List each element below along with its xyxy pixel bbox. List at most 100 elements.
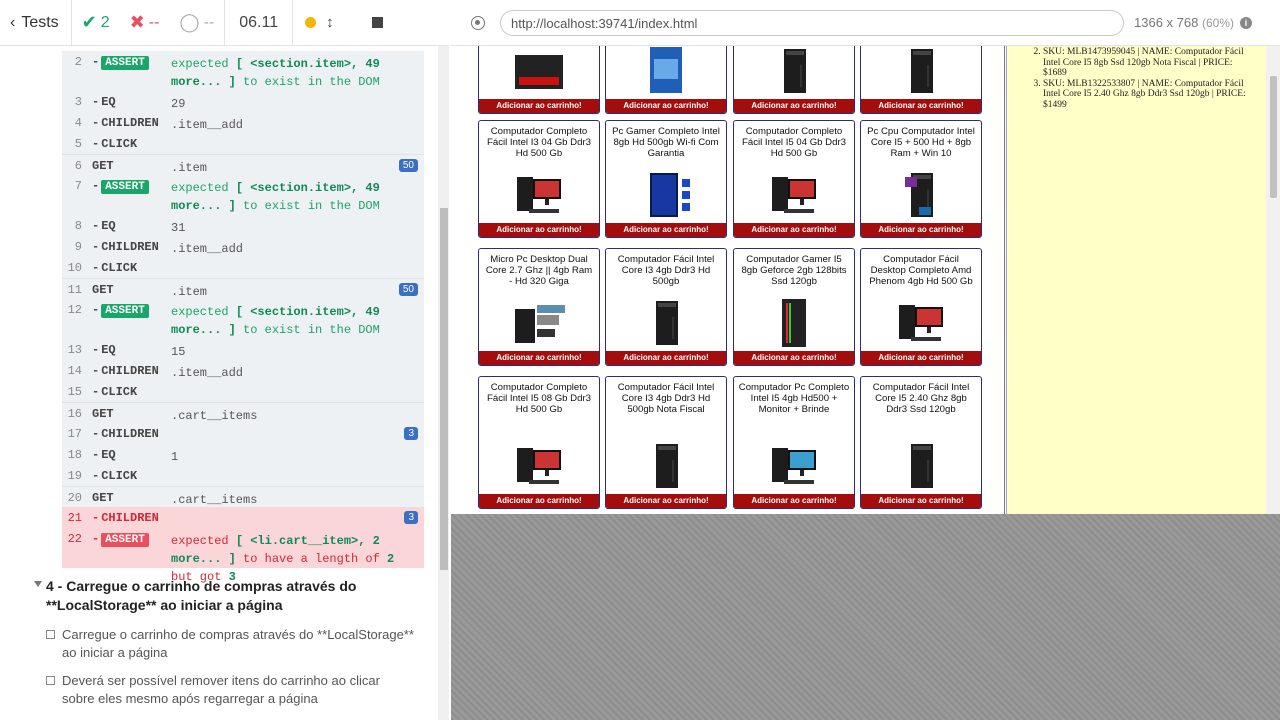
command-row[interactable]: 14 CHILDREN .item__add <box>62 360 424 381</box>
command-row[interactable]: 9 CHILDREN .item__add <box>62 236 424 257</box>
command-row[interactable]: 8 EQ 31 <box>62 215 424 236</box>
command-row[interactable]: 21 CHILDREN 3 <box>62 507 424 528</box>
command-name: GET <box>92 407 114 421</box>
product-title: Computador Completo Fácil Intel I5 04 Gb… <box>742 126 846 159</box>
add-to-cart-button[interactable]: Adicionar ao carrinho! <box>479 351 599 365</box>
command-number: 22 <box>67 532 82 546</box>
product-image <box>636 297 696 349</box>
assert-badge: ASSERT <box>101 533 149 547</box>
product-title: Computador Fácil Intel Core I5 2.40 Ghz … <box>872 382 970 415</box>
command-row[interactable]: 10 CLICK <box>62 257 424 278</box>
command-row[interactable]: 12 ASSERT expected [ <section.item>, 49 mo… <box>62 299 424 339</box>
add-to-cart-button[interactable]: Adicionar ao carrinho! <box>861 494 981 508</box>
url-bar[interactable]: http://localhost:39741/index.html <box>500 9 1124 36</box>
command-row[interactable]: 5 CLICK <box>62 133 424 154</box>
test-item[interactable]: Deverá ser possível remover itens do car… <box>46 672 416 708</box>
add-to-cart-button[interactable]: Adicionar ao carrinho! <box>606 494 726 508</box>
product-image <box>891 46 951 97</box>
command-name: EQ <box>92 95 115 109</box>
command-message: .item__add <box>171 366 244 380</box>
pending-stat: ◯ -- <box>169 0 226 46</box>
command-number: 3 <box>74 95 82 109</box>
product-image <box>636 169 696 221</box>
command-message: 29 <box>171 97 186 111</box>
add-to-cart-button[interactable]: Adicionar ao carrinho! <box>606 99 726 113</box>
product-item: Pc Gamer Completo Intel 8gb Hd 500gb Wi-… <box>605 120 727 238</box>
add-to-cart-button[interactable]: Adicionar ao carrinho! <box>479 99 599 113</box>
add-to-cart-button[interactable]: Adicionar ao carrinho! <box>479 223 599 237</box>
cart-item[interactable]: SKU: MLB1473959045 | NAME: Computador Fá… <box>1043 47 1256 79</box>
product-image <box>891 169 951 221</box>
add-to-cart-button[interactable]: Adicionar ao carrinho! <box>606 223 726 237</box>
app-scrollbar-thumb[interactable] <box>1270 76 1277 198</box>
add-to-cart-button[interactable]: Adicionar ao carrinho! <box>861 99 981 113</box>
command-name: CHILDREN <box>92 511 159 525</box>
add-to-cart-button[interactable]: Adicionar ao carrinho! <box>861 351 981 365</box>
command-number: 2 <box>74 55 82 69</box>
command-name: ASSERT <box>92 179 149 194</box>
command-message: .item__add <box>171 242 244 256</box>
command-log-panel[interactable]: 2 ASSERT expected [ <section.item>, 49 mor… <box>0 46 438 720</box>
command-row[interactable]: 7 ASSERT expected [ <section.item>, 49 mor… <box>62 175 424 215</box>
element-count-badge: 3 <box>404 427 418 440</box>
product-item: Computador Fácil Intel Core I5 2.40 Ghz … <box>860 376 982 509</box>
spinner-icon: ◯ <box>179 12 200 32</box>
app-frame: Adicionar ao carrinho! Adicionar ao carri… <box>451 46 1280 514</box>
add-to-cart-button[interactable]: Adicionar ao carrinho! <box>734 351 854 365</box>
tests-label: Tests <box>21 13 59 31</box>
checkbox-icon <box>46 630 55 639</box>
aut-header: http://localhost:39741/index.html 1366 x… <box>450 0 1280 46</box>
command-row[interactable]: 6 GET .item 50 <box>62 154 424 175</box>
passed-count: 2 <box>100 13 110 31</box>
product-item: Computador Completo Fácil Intel I3 04 Gb… <box>478 120 600 238</box>
product-image <box>764 169 824 221</box>
suite-title[interactable]: 4 - Carregue o carrinho de compras atrav… <box>34 577 414 615</box>
product-title: Computador Completo Fácil Intel I5 08 Gb… <box>487 382 591 415</box>
selector-playground-icon[interactable] <box>471 15 485 30</box>
stop-icon[interactable] <box>371 17 383 28</box>
command-name: ASSERT <box>92 55 149 70</box>
product-item: Pc Cpu Computador Intel Core I5 + 500 Hd… <box>860 120 982 238</box>
add-to-cart-button[interactable]: Adicionar ao carrinho! <box>734 99 854 113</box>
scrollbar-thumb[interactable] <box>440 208 448 570</box>
command-row[interactable]: 11 GET .item 50 <box>62 278 424 299</box>
add-to-cart-button[interactable]: Adicionar ao carrinho! <box>734 223 854 237</box>
command-row[interactable]: 4 CHILDREN .item__add <box>62 112 424 133</box>
tests-button[interactable]: ‹ Tests <box>0 0 72 46</box>
command-row[interactable]: 13 EQ 15 <box>62 339 424 360</box>
product-image <box>636 440 696 492</box>
command-number: 17 <box>67 427 82 441</box>
add-to-cart-button[interactable]: Adicionar ao carrinho! <box>479 494 599 508</box>
command-row[interactable]: 22ASSERTexpected [ <li.cart__item>, 2 mo… <box>62 528 424 584</box>
command-name: ASSERT <box>92 532 149 547</box>
add-to-cart-button[interactable]: Adicionar ao carrinho! <box>861 223 981 237</box>
command-name: EQ <box>92 343 115 357</box>
product-image <box>891 440 951 492</box>
command-number: 5 <box>74 137 82 151</box>
command-row[interactable]: 19 CLICK <box>62 465 424 486</box>
product-image <box>891 297 951 349</box>
add-to-cart-button[interactable]: Adicionar ao carrinho! <box>734 494 854 508</box>
autoscroll-icon[interactable]: ↕ <box>326 14 334 31</box>
element-count-badge: 50 <box>398 159 418 172</box>
chevron-left-icon: ‹ <box>10 13 16 31</box>
command-message: expected [ <section.item>, 49 more... ] … <box>171 305 380 337</box>
command-row[interactable]: 3 EQ 29 <box>62 91 424 112</box>
cart-items: SKU: MLB1473959045 | NAME: Computador Fá… <box>1007 47 1266 110</box>
command-row[interactable]: 18 EQ 1 <box>62 444 424 465</box>
product-title: Computador Fácil Intel Core I3 4gb Ddr3 … <box>617 382 715 415</box>
command-row[interactable]: 20 GET .cart__items <box>62 486 424 507</box>
command-name: CLICK <box>92 469 137 483</box>
add-to-cart-button[interactable]: Adicionar ao carrinho! <box>606 351 726 365</box>
app-scrollbar[interactable] <box>1266 46 1280 514</box>
product-item: Computador Fácil Desktop Completo Amd Ph… <box>860 248 982 366</box>
command-row[interactable]: 15 CLICK <box>62 381 424 402</box>
command-log: 2 ASSERT expected [ <section.item>, 49 mor… <box>62 51 424 584</box>
command-row[interactable]: 17 CHILDREN 3 <box>62 423 424 444</box>
test-item[interactable]: Carregue o carrinho de compras através d… <box>46 626 416 662</box>
cart-item[interactable]: SKU: MLB1322533807 | NAME: Computador Fá… <box>1043 79 1256 111</box>
info-icon[interactable]: i <box>1239 16 1252 29</box>
command-row[interactable]: 2 ASSERT expected [ <section.item>, 49 mor… <box>62 51 424 91</box>
command-row[interactable]: 16 GET .cart__items <box>62 402 424 423</box>
collapse-triangle-icon[interactable] <box>34 581 42 587</box>
